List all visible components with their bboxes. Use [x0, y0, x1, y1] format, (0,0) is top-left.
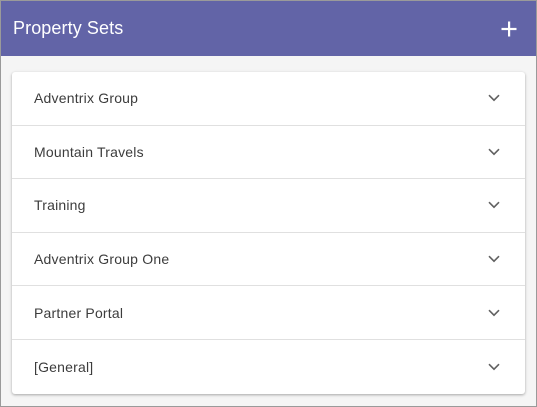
chevron-down-icon[interactable]: [487, 145, 501, 159]
list-item[interactable]: Adventrix Group One: [12, 233, 525, 287]
list-item[interactable]: Adventrix Group: [12, 72, 525, 126]
property-sets-panel: Property Sets Adventrix Group Mountain T…: [0, 0, 537, 407]
property-set-label: Mountain Travels: [34, 143, 144, 160]
property-sets-list: Adventrix Group Mountain Travels Trainin…: [12, 72, 525, 394]
property-set-label: Training: [34, 197, 86, 214]
property-set-label: Adventrix Group One: [34, 251, 170, 268]
plus-icon: [501, 21, 517, 36]
chevron-down-icon[interactable]: [487, 306, 501, 320]
property-set-label: Partner Portal: [34, 304, 124, 321]
panel-header: Property Sets: [1, 1, 536, 56]
page-title: Property Sets: [13, 18, 124, 38]
property-set-label: [General]: [34, 358, 94, 375]
property-set-label: Adventrix Group: [34, 90, 139, 107]
chevron-down-icon[interactable]: [487, 360, 501, 374]
chevron-down-icon[interactable]: [487, 198, 501, 212]
list-item[interactable]: [General]: [12, 340, 525, 394]
list-item[interactable]: Partner Portal: [12, 286, 525, 340]
list-item[interactable]: Training: [12, 179, 525, 233]
list-item[interactable]: Mountain Travels: [12, 126, 525, 180]
chevron-down-icon[interactable]: [487, 252, 501, 266]
chevron-down-icon[interactable]: [487, 91, 501, 105]
add-property-set-button[interactable]: [496, 16, 522, 42]
